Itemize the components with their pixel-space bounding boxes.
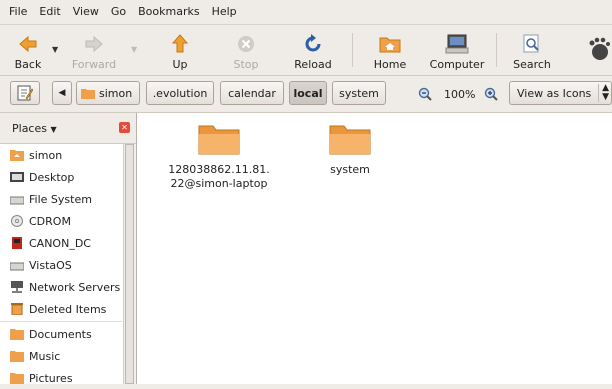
zoom-in-icon bbox=[484, 87, 498, 101]
file-view: 128038862.11.81. 22@simon-laptop system bbox=[137, 113, 612, 384]
sidebar-item-desktop[interactable]: Desktop bbox=[0, 166, 122, 188]
sidebar-item-documents[interactable]: Documents bbox=[0, 323, 122, 345]
drive-icon bbox=[10, 196, 24, 205]
places-header: Places ▼ ✕ bbox=[0, 113, 136, 144]
zoom-out-icon bbox=[418, 87, 432, 101]
sidebar-item-file-system[interactable]: File System bbox=[0, 188, 122, 210]
sidebar-item-deleted-items[interactable]: Deleted Items bbox=[0, 298, 122, 320]
zoom-in-button[interactable] bbox=[484, 87, 498, 104]
menu-view[interactable]: View bbox=[67, 5, 105, 18]
computer-button[interactable]: Computer bbox=[427, 27, 487, 73]
toolbar-separator bbox=[496, 33, 497, 67]
places-sidebar: Places ▼ ✕ simon Desktop File System CDR… bbox=[0, 113, 137, 385]
gnome-foot-icon bbox=[588, 37, 610, 64]
home-button[interactable]: Home bbox=[370, 27, 410, 73]
sidebar-item-canon-dc[interactable]: CANON_DC bbox=[0, 232, 122, 254]
sidebar-item-cdrom[interactable]: CDROM bbox=[0, 210, 122, 232]
forward-history-chevron-icon[interactable]: ▼ bbox=[131, 45, 137, 54]
places-list: simon Desktop File System CDROM CANON_DC… bbox=[0, 144, 122, 389]
scrollbar-thumb[interactable] bbox=[125, 144, 134, 384]
forward-button[interactable]: Forward bbox=[66, 27, 122, 73]
home-folder-icon bbox=[377, 31, 403, 57]
search-icon bbox=[519, 31, 545, 57]
sidebar-item-vistaos[interactable]: VistaOS bbox=[0, 254, 122, 276]
folder-icon bbox=[10, 373, 24, 384]
folder-icon bbox=[10, 329, 24, 340]
folder-icon bbox=[198, 125, 240, 155]
stop-button[interactable]: Stop bbox=[226, 27, 266, 73]
toolbar-separator bbox=[352, 33, 353, 67]
view-as-select[interactable]: View as Icons ▲ ▼ bbox=[509, 81, 612, 105]
file-item-folder[interactable]: 128038862.11.81. 22@simon-laptop bbox=[159, 123, 279, 191]
menubar: File Edit View Go Bookmarks Help bbox=[0, 0, 612, 22]
menu-go[interactable]: Go bbox=[105, 5, 132, 18]
drive-icon bbox=[10, 262, 24, 271]
sidebar-item-pictures[interactable]: Pictures bbox=[0, 367, 122, 389]
menu-help[interactable]: Help bbox=[206, 5, 243, 18]
file-item-system[interactable]: system bbox=[305, 123, 395, 177]
sidebar-scrollbar[interactable] bbox=[123, 144, 136, 384]
trash-icon bbox=[11, 303, 23, 315]
file-label: system bbox=[330, 163, 370, 176]
back-arrow-icon bbox=[15, 31, 41, 57]
chevron-left-icon: ◀ bbox=[58, 88, 66, 98]
forward-arrow-icon bbox=[81, 31, 107, 57]
toolbar: Back ▼ Forward ▼ Up Stop Reload Home Com… bbox=[0, 24, 612, 76]
sidebar-item-simon[interactable]: simon bbox=[0, 144, 122, 166]
cdrom-icon bbox=[11, 215, 23, 227]
file-label: 128038862.11.81. 22@simon-laptop bbox=[168, 163, 270, 190]
home-folder-icon bbox=[81, 88, 95, 99]
camera-card-icon bbox=[12, 237, 22, 249]
up-button[interactable]: Up bbox=[160, 27, 200, 73]
sidebar-item-music[interactable]: Music bbox=[0, 345, 122, 367]
crumb-evolution[interactable]: .evolution bbox=[146, 81, 214, 105]
sidebar-separator bbox=[0, 321, 122, 322]
up-arrow-icon bbox=[167, 31, 193, 57]
menu-bookmarks[interactable]: Bookmarks bbox=[132, 5, 205, 18]
crumb-local[interactable]: local bbox=[289, 81, 327, 105]
home-folder-icon bbox=[10, 150, 24, 161]
back-history-chevron-icon[interactable]: ▼ bbox=[52, 45, 58, 54]
network-icon bbox=[11, 281, 23, 293]
toggle-location-entry-button[interactable] bbox=[10, 81, 40, 105]
close-sidebar-icon[interactable]: ✕ bbox=[119, 122, 130, 133]
crumb-system[interactable]: system bbox=[332, 81, 386, 105]
desktop-icon bbox=[10, 172, 24, 182]
places-dropdown[interactable]: Places ▼ bbox=[12, 122, 57, 135]
back-button[interactable]: Back bbox=[8, 27, 48, 73]
menu-edit[interactable]: Edit bbox=[33, 5, 66, 18]
zoom-level[interactable]: 100% bbox=[444, 88, 475, 101]
folder-icon bbox=[10, 351, 24, 362]
select-arrows-icon: ▲ ▼ bbox=[598, 84, 609, 102]
search-button[interactable]: Search bbox=[512, 27, 552, 73]
sidebar-item-network-servers[interactable]: Network Servers bbox=[0, 276, 122, 298]
reload-button[interactable]: Reload bbox=[291, 27, 335, 73]
location-bar: ◀ simon .evolution calendar local system… bbox=[0, 76, 612, 113]
folder-icon bbox=[329, 125, 371, 155]
zoom-out-button[interactable] bbox=[418, 87, 432, 104]
chevron-down-icon: ▼ bbox=[50, 125, 57, 134]
crumb-calendar[interactable]: calendar bbox=[220, 81, 284, 105]
computer-icon bbox=[444, 31, 470, 57]
menu-file[interactable]: File bbox=[0, 5, 33, 18]
edit-location-icon bbox=[17, 85, 33, 101]
path-scroll-left-button[interactable]: ◀ bbox=[52, 81, 72, 105]
reload-icon bbox=[300, 31, 326, 57]
stop-icon bbox=[233, 31, 259, 57]
crumb-simon[interactable]: simon bbox=[76, 81, 140, 105]
